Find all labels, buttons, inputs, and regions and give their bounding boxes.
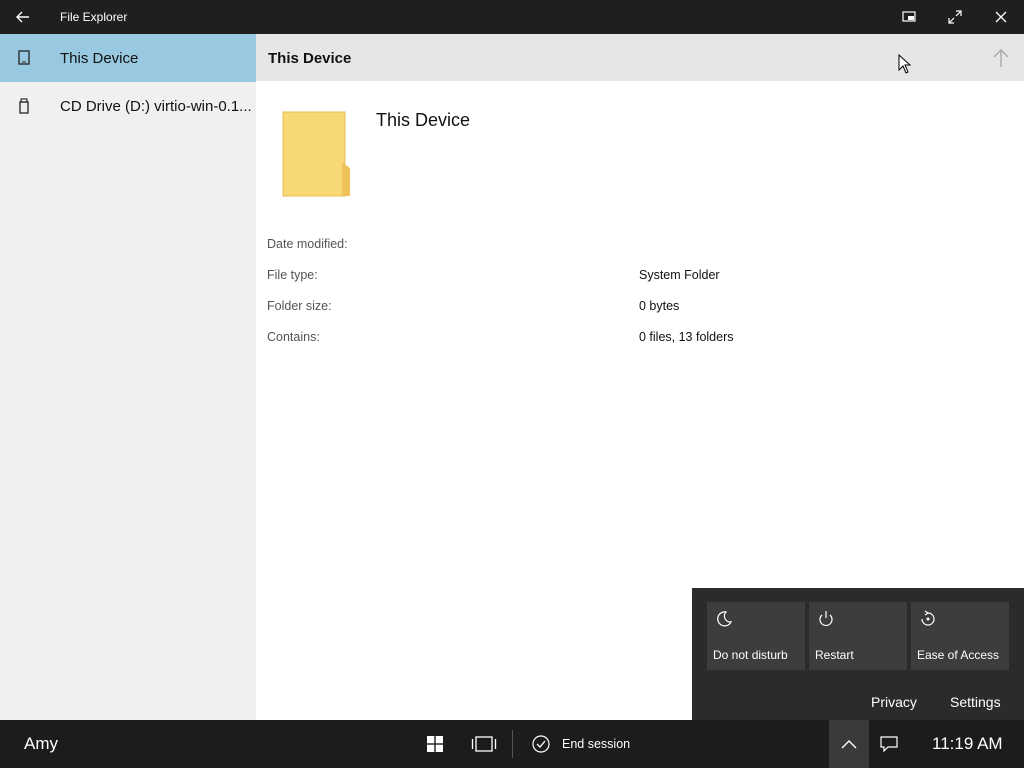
message-icon — [880, 736, 898, 752]
properties-list: Date modified: File type: System Folder … — [267, 237, 1007, 361]
back-arrow-icon — [16, 11, 29, 23]
property-value: 0 files, 13 folders — [639, 330, 734, 344]
property-label: Date modified: — [267, 237, 348, 251]
device-icon — [18, 50, 30, 65]
compact-overlay-button[interactable] — [886, 0, 932, 34]
tile-label: Restart — [815, 648, 854, 662]
property-row-contains: Contains: 0 files, 13 folders — [267, 330, 1007, 361]
tile-label: Ease of Access — [917, 648, 1000, 662]
property-row-date-modified: Date modified: — [267, 237, 1007, 268]
property-label: Contains: — [267, 330, 320, 344]
power-icon — [819, 611, 833, 626]
sidebar-item-label: CD Drive (D:) virtio-win-0.1... — [60, 97, 252, 115]
taskbar: Amy End session 11:19 AM — [0, 720, 1024, 768]
end-session-button[interactable]: End session — [532, 720, 630, 768]
title-bar: File Explorer — [0, 0, 1024, 34]
folder-icon — [282, 111, 350, 197]
show-hidden-icons-button[interactable] — [829, 720, 869, 768]
end-session-label: End session — [562, 737, 631, 751]
compact-overlay-icon — [902, 11, 916, 22]
task-view-button[interactable] — [468, 720, 500, 768]
back-button[interactable] — [0, 0, 46, 34]
chevron-up-icon — [841, 740, 857, 749]
settings-link[interactable]: Settings — [950, 694, 1001, 710]
property-label: File type: — [267, 268, 318, 282]
do-not-disturb-button[interactable]: Do not disturb — [707, 602, 805, 670]
clock[interactable]: 11:19 AM — [932, 720, 1003, 768]
task-view-icon — [471, 736, 497, 752]
window-title: File Explorer — [60, 10, 128, 24]
user-name[interactable]: Amy — [24, 720, 58, 768]
property-value: System Folder — [639, 268, 720, 282]
maximize-button[interactable] — [932, 0, 978, 34]
sidebar-item-label: This Device — [60, 49, 139, 67]
ease-of-access-button[interactable]: Ease of Access — [911, 602, 1009, 670]
usb-drive-icon — [19, 98, 29, 114]
action-center-button[interactable] — [876, 720, 902, 768]
start-button[interactable] — [420, 720, 450, 768]
close-icon — [995, 11, 1007, 23]
windows-logo-icon — [427, 736, 443, 752]
expand-icon — [948, 10, 962, 24]
check-circle-icon — [532, 735, 550, 753]
privacy-link[interactable]: Privacy — [871, 694, 917, 710]
item-title: This Device — [376, 110, 471, 130]
property-value: 0 bytes — [639, 299, 680, 313]
sidebar-item-cd-drive[interactable]: CD Drive (D:) virtio-win-0.1... — [0, 82, 256, 130]
property-row-file-type: File type: System Folder — [267, 268, 1007, 299]
tile-label: Do not disturb — [713, 648, 788, 662]
location-title: This Device — [268, 50, 352, 67]
quick-actions-flyout: Do not disturb Restart Ease of Access Pr… — [692, 588, 1024, 720]
sidebar-item-this-device[interactable]: This Device — [0, 34, 256, 82]
sidebar: This Device CD Drive (D:) virtio-win-0.1… — [0, 34, 256, 720]
up-arrow-icon[interactable] — [992, 48, 1010, 68]
moon-icon — [717, 611, 733, 627]
taskbar-divider — [512, 730, 513, 758]
ease-of-access-icon — [921, 610, 935, 626]
close-button[interactable] — [978, 0, 1024, 34]
restart-button[interactable]: Restart — [809, 602, 907, 670]
mouse-cursor-icon — [898, 54, 912, 74]
property-row-folder-size: Folder size: 0 bytes — [267, 299, 1007, 330]
property-label: Folder size: — [267, 299, 332, 313]
